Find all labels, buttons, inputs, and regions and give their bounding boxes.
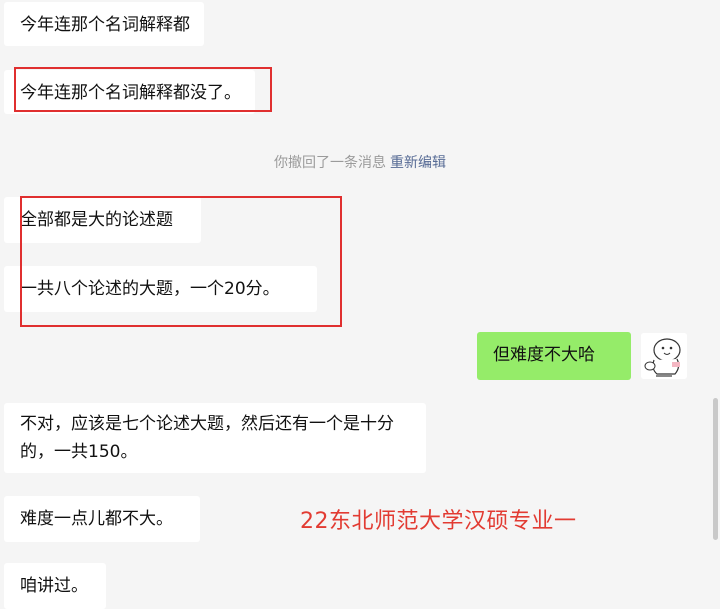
message-text: 难度一点儿都不大。: [20, 509, 173, 529]
message-bubble[interactable]: 一共八个论述的大题，一个20分。: [4, 266, 317, 312]
message-text: 今年连那个名词解释都: [20, 15, 190, 35]
message-text: 全部都是大的论述题: [20, 210, 173, 230]
message-bubble[interactable]: 今年连那个名词解释都: [4, 2, 204, 46]
avatar-image: [641, 333, 687, 379]
recall-notice: 你撤回了一条消息 重新编辑: [0, 152, 720, 172]
message-bubble[interactable]: 今年连那个名词解释都没了。: [4, 70, 255, 114]
message-bubble[interactable]: 咱讲过。: [4, 563, 106, 609]
message-text: 不对，应该是七个论述大题，然后还有一个是十分的，一共150。: [20, 414, 394, 462]
message-text: 但难度不大哈: [493, 345, 595, 365]
recall-notice-text: 你撤回了一条消息: [274, 155, 386, 171]
message-text: 今年连那个名词解释都没了。: [20, 83, 241, 103]
message-bubble[interactable]: 全部都是大的论述题: [4, 197, 201, 243]
message-text: 一共八个论述的大题，一个20分。: [20, 279, 280, 299]
my-message-bubble[interactable]: 但难度不大哈: [477, 332, 631, 380]
scrollbar[interactable]: [713, 398, 718, 540]
watermark-caption: 22东北师范大学汉硕专业一: [300, 509, 577, 534]
user-avatar[interactable]: [641, 333, 687, 379]
message-bubble[interactable]: 不对，应该是七个论述大题，然后还有一个是十分的，一共150。: [4, 403, 426, 473]
message-bubble[interactable]: 难度一点儿都不大。: [4, 496, 200, 542]
message-text: 咱讲过。: [20, 576, 88, 596]
reedit-link[interactable]: 重新编辑: [390, 155, 446, 171]
